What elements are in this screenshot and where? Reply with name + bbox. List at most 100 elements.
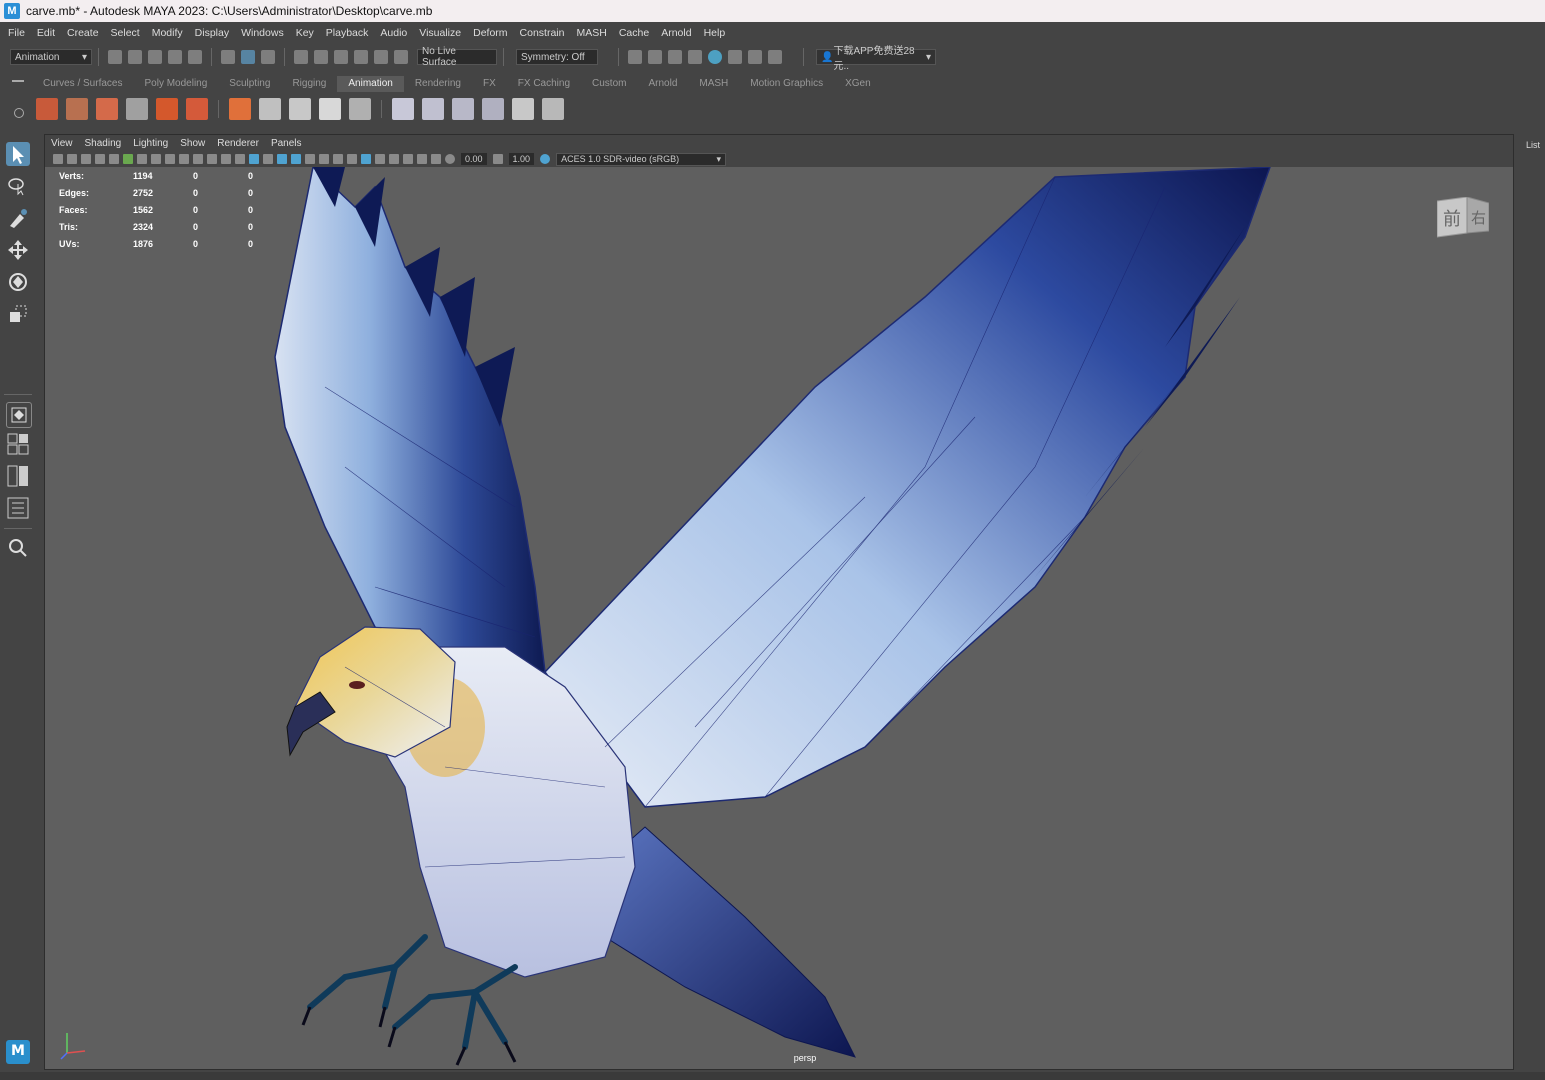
- viewcube[interactable]: 前 右: [1436, 196, 1490, 238]
- panel-menu-renderer[interactable]: Renderer: [211, 138, 265, 149]
- menu-file[interactable]: File: [2, 27, 31, 39]
- four-view-layout-icon[interactable]: [6, 432, 30, 456]
- tab-poly-modeling[interactable]: Poly Modeling: [133, 76, 218, 92]
- bind-skin-icon[interactable]: [319, 98, 341, 120]
- lasso-tool-icon[interactable]: [6, 174, 30, 198]
- scale-tool-icon[interactable]: [6, 302, 30, 326]
- viewport-panel[interactable]: View Shading Lighting Show Renderer Pane…: [44, 134, 1514, 1070]
- cluster-icon[interactable]: [349, 98, 371, 120]
- menu-key[interactable]: Key: [290, 27, 320, 39]
- playblast-icon[interactable]: [156, 98, 178, 120]
- field-chart-icon[interactable]: [193, 154, 203, 164]
- shelf-menu-icon[interactable]: [12, 80, 24, 82]
- textured-icon[interactable]: [291, 154, 301, 164]
- live-surface-field[interactable]: No Live Surface: [417, 46, 497, 68]
- render-settings-icon[interactable]: [688, 50, 702, 64]
- motion-blur-icon[interactable]: [347, 154, 357, 164]
- search-icon[interactable]: [6, 536, 30, 560]
- tab-rendering[interactable]: Rendering: [404, 76, 472, 92]
- use-all-lights-icon[interactable]: [305, 154, 315, 164]
- panel-menu-view[interactable]: View: [45, 138, 79, 149]
- panel-menu-lighting[interactable]: Lighting: [127, 138, 174, 149]
- 2d-pan-zoom-icon[interactable]: [109, 154, 119, 164]
- menu-display[interactable]: Display: [189, 27, 235, 39]
- xray-icon[interactable]: [403, 154, 413, 164]
- film-gate-icon[interactable]: [151, 154, 161, 164]
- menu-arnold[interactable]: Arnold: [655, 27, 697, 39]
- arnold-render-icon[interactable]: [728, 50, 742, 64]
- render-current-icon[interactable]: [648, 50, 662, 64]
- constraint-orient-icon[interactable]: [452, 98, 474, 120]
- time-slider-strip[interactable]: [0, 1072, 1545, 1080]
- gate-mask-icon[interactable]: [179, 154, 189, 164]
- tab-curves-surfaces[interactable]: Curves / Surfaces: [32, 76, 133, 92]
- tab-animation[interactable]: Animation: [337, 76, 404, 92]
- safe-action-icon[interactable]: [207, 154, 217, 164]
- symmetry-dropdown[interactable]: Symmetry: Off: [516, 49, 598, 65]
- isolate-select-icon[interactable]: [389, 154, 399, 164]
- exposure-field[interactable]: 0.00: [461, 153, 487, 165]
- menu-visualize[interactable]: Visualize: [413, 27, 467, 39]
- list-tab[interactable]: List: [1526, 140, 1540, 150]
- snap-grid-icon[interactable]: [294, 50, 308, 64]
- undo-icon[interactable]: [168, 50, 182, 64]
- set-key-icon[interactable]: [36, 98, 58, 120]
- select-tool-icon[interactable]: [6, 142, 30, 166]
- single-view-layout-icon[interactable]: [6, 402, 32, 428]
- constraint-aim-icon[interactable]: [512, 98, 534, 120]
- menu-audio[interactable]: Audio: [374, 27, 413, 39]
- redo-icon[interactable]: [188, 50, 202, 64]
- menu-modify[interactable]: Modify: [146, 27, 189, 39]
- pause-icon[interactable]: [768, 50, 782, 64]
- xray-joints-icon[interactable]: [417, 154, 427, 164]
- menu-windows[interactable]: Windows: [235, 27, 290, 39]
- ambient-occlusion-icon[interactable]: [333, 154, 343, 164]
- menu-select[interactable]: Select: [105, 27, 146, 39]
- camera-attributes-icon[interactable]: [67, 154, 77, 164]
- move-tool-icon[interactable]: [6, 238, 30, 262]
- tab-xgen[interactable]: XGen: [834, 76, 882, 92]
- exposure-icon[interactable]: [445, 154, 455, 164]
- select-hierarchy-icon[interactable]: [221, 50, 235, 64]
- tab-fx[interactable]: FX: [472, 76, 507, 92]
- snap-curve-icon[interactable]: [314, 50, 328, 64]
- outliner-layout-icon[interactable]: [6, 496, 30, 520]
- camera-icon[interactable]: [53, 154, 63, 164]
- resolution-gate-icon[interactable]: [165, 154, 175, 164]
- ik-spline-icon[interactable]: [289, 98, 311, 120]
- save-scene-icon[interactable]: [148, 50, 162, 64]
- grid-icon[interactable]: [137, 154, 147, 164]
- safe-title-icon[interactable]: [221, 154, 231, 164]
- shelf-settings-gear-icon[interactable]: [14, 108, 24, 118]
- timeslider-bookmark-icon[interactable]: [186, 98, 208, 120]
- anti-aliasing-icon[interactable]: [361, 154, 371, 164]
- snap-surface-icon[interactable]: [374, 50, 388, 64]
- tangent-icon[interactable]: [66, 98, 88, 120]
- viewcube-front-label[interactable]: 前: [1443, 205, 1461, 231]
- tab-rigging[interactable]: Rigging: [281, 76, 337, 92]
- constraint-parent-icon[interactable]: [392, 98, 414, 120]
- gamma-field[interactable]: 1.00: [508, 153, 535, 165]
- open-scene-icon[interactable]: [128, 50, 142, 64]
- wireframe-icon[interactable]: [235, 154, 245, 164]
- snap-live-icon[interactable]: [394, 50, 408, 64]
- color-management-icon[interactable]: [540, 154, 551, 164]
- ik-handle-icon[interactable]: [259, 98, 281, 120]
- ipr-render-icon[interactable]: [668, 50, 682, 64]
- wireframe-on-shaded-icon[interactable]: [277, 154, 287, 164]
- panel-menu-panels[interactable]: Panels: [265, 138, 308, 149]
- menu-mash[interactable]: MASH: [571, 27, 613, 39]
- grease-pencil-icon[interactable]: [123, 154, 133, 164]
- panel-menu-show[interactable]: Show: [174, 138, 211, 149]
- rotate-tool-icon[interactable]: [6, 270, 30, 294]
- tab-fx-caching[interactable]: FX Caching: [507, 76, 581, 92]
- menu-constrain[interactable]: Constrain: [514, 27, 571, 39]
- account-dropdown[interactable]: 👤 下载APP免费送28元.. ▾: [816, 46, 936, 72]
- snap-view-plane-icon[interactable]: [354, 50, 368, 64]
- shadows-icon[interactable]: [319, 154, 329, 164]
- viewcube-right-label[interactable]: 右: [1471, 207, 1486, 228]
- xray-active-icon[interactable]: [431, 154, 441, 164]
- menu-deform[interactable]: Deform: [467, 27, 513, 39]
- motion-trail-icon[interactable]: [96, 98, 118, 120]
- menu-playback[interactable]: Playback: [320, 27, 375, 39]
